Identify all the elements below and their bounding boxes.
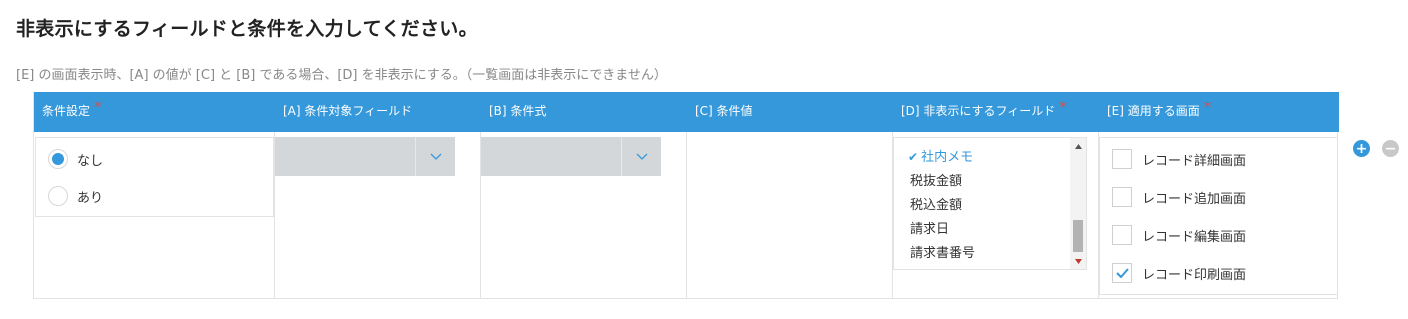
list-item[interactable]: 請求書番号: [910, 242, 975, 261]
list-item[interactable]: 請求日: [910, 218, 949, 237]
hide-fields-listbox[interactable]: ✔ 社内メモ 税抜金額 税込金額 請求日 請求書番号: [893, 137, 1087, 270]
header-label: [A] 条件対象フィールド: [283, 104, 413, 118]
checkbox-label: レコード詳細画面: [1142, 153, 1247, 169]
page: 非表示にするフィールドと条件を入力してください。 [E] の画面表示時、[A] …: [0, 0, 1408, 319]
chevron-down-icon[interactable]: [415, 137, 455, 176]
remove-row-button[interactable]: −: [1382, 140, 1399, 157]
radio-button[interactable]: [48, 149, 68, 169]
list-item[interactable]: 税込金額: [910, 194, 962, 213]
checkbox-label: レコード印刷画面: [1142, 267, 1247, 283]
list-item[interactable]: ✔ 社内メモ: [908, 146, 973, 165]
checkbox[interactable]: [1112, 225, 1132, 245]
list-item-label: 請求日: [910, 222, 950, 237]
header-label: [E] 適用する画面: [1107, 104, 1200, 118]
condition-setting-radio-group: なし あり: [35, 137, 274, 217]
header-label: [C] 条件値: [695, 104, 753, 118]
header-hide-fields: [D] 非表示にするフィールド *: [893, 92, 1067, 132]
table-header: 条件設定 * [A] 条件対象フィールド [B] 条件式 [C] 条件値 [D] …: [34, 92, 1339, 132]
checkbox-option-detail[interactable]: レコード詳細画面: [1112, 148, 1246, 170]
list-item[interactable]: 税抜金額: [910, 170, 962, 189]
checkbox-label: レコード編集画面: [1142, 229, 1247, 245]
checkbox-option-print[interactable]: レコード印刷画面: [1112, 262, 1246, 284]
scrollbar[interactable]: [1070, 138, 1086, 269]
radio-button[interactable]: [48, 186, 68, 206]
condition-expression-select[interactable]: [481, 137, 661, 176]
chevron-down-icon[interactable]: [621, 137, 661, 176]
header-condition-field: [A] 条件対象フィールド: [275, 92, 412, 132]
check-icon: [1115, 268, 1129, 278]
scroll-down-arrow-icon[interactable]: [1070, 253, 1086, 269]
header-label: [D] 非表示にするフィールド: [901, 104, 1056, 118]
checkbox-option-edit[interactable]: レコード編集画面: [1112, 224, 1246, 246]
radio-option-exists[interactable]: あり: [48, 185, 103, 207]
required-mark: *: [1203, 98, 1212, 116]
checkbox[interactable]: [1112, 149, 1132, 169]
required-mark: *: [1059, 98, 1067, 116]
radio-label: あり: [77, 190, 104, 206]
column-divider: [686, 132, 687, 299]
radio-option-none[interactable]: なし: [48, 148, 103, 170]
add-row-button[interactable]: +: [1353, 140, 1370, 157]
header-condition-value: [C] 条件値: [687, 92, 753, 132]
checkbox-option-add[interactable]: レコード追加画面: [1112, 186, 1246, 208]
checkbox[interactable]: [1112, 263, 1132, 283]
page-title: 非表示にするフィールドと条件を入力してください。: [16, 18, 478, 40]
checkbox-label: レコード追加画面: [1142, 191, 1247, 207]
scrollbar-thumb[interactable]: [1073, 220, 1083, 252]
list-item-label: 税込金額: [910, 198, 963, 213]
check-icon: ✔: [908, 150, 919, 164]
condition-field-select[interactable]: [275, 137, 455, 176]
header-condition-expression: [B] 条件式: [481, 92, 546, 132]
list-item-label: 税抜金額: [910, 174, 963, 189]
required-mark: *: [94, 98, 102, 116]
list-item-label: 請求書番号: [910, 246, 976, 261]
radio-label: なし: [77, 153, 104, 169]
checkbox[interactable]: [1112, 187, 1132, 207]
header-apply-screens: [E] 適用する画面 *: [1099, 92, 1211, 132]
scroll-up-arrow-icon[interactable]: [1070, 138, 1086, 154]
header-condition-setting: 条件設定 *: [34, 92, 102, 132]
conditions-table: 条件設定 * [A] 条件対象フィールド [B] 条件式 [C] 条件値 [D] …: [33, 92, 1339, 299]
apply-screens-checkbox-group: レコード詳細画面 レコード追加画面 レコード編集画面 レコード印刷画面: [1099, 137, 1338, 295]
page-description: [E] の画面表示時、[A] の値が [C] と [B] である場合、[D] を…: [16, 68, 667, 83]
list-item-label: 社内メモ: [921, 150, 974, 165]
header-label: 条件設定: [42, 104, 91, 118]
header-label: [B] 条件式: [489, 104, 547, 118]
